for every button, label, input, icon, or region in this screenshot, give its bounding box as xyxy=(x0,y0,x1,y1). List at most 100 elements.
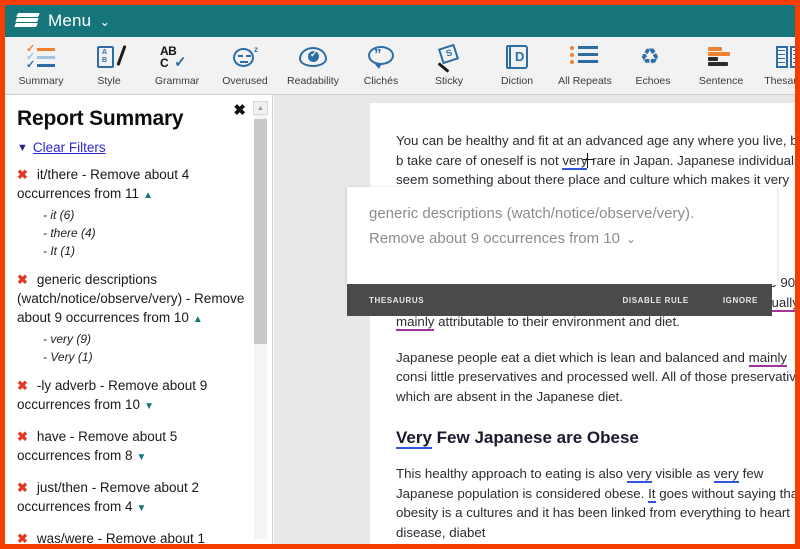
p3-seg-b: consi xyxy=(396,369,428,384)
tool-sentence[interactable]: Sentence xyxy=(687,37,755,94)
flagged-word-it[interactable]: It xyxy=(648,485,656,503)
chevron-down-icon[interactable]: ▼ xyxy=(144,401,154,412)
rule-sub-item: - it (6) xyxy=(43,208,75,222)
heading-rest: Few Japanese are Obese xyxy=(431,428,639,447)
tool-label: Summary xyxy=(18,75,64,87)
chevron-down-icon[interactable]: ▼ xyxy=(137,452,147,463)
grammar-icon: AB C ✓ xyxy=(160,44,187,71)
tool-sticky[interactable]: S Sticky xyxy=(415,37,483,94)
suggestion-line-2: Remove about 9 occurrences from 10 xyxy=(369,230,620,247)
text-cursor xyxy=(583,152,594,168)
close-icon[interactable]: ✖ xyxy=(233,103,246,118)
list-item[interactable]: ✖ -ly adverb - Remove about 9 occurrences… xyxy=(17,376,249,416)
chevron-down-icon[interactable]: ⌄ xyxy=(99,15,110,28)
document-heading: Very Few Japanese are Obese xyxy=(396,428,795,449)
suggestion-line-1: generic descriptions (watch/notice/obser… xyxy=(369,205,695,222)
clear-filters-row[interactable]: ▼ Clear Filters xyxy=(17,140,249,155)
report-summary-sidebar: ✖ Report Summary ▼ Clear Filters ✖ it/the… xyxy=(5,95,273,544)
flagged-word-very-3[interactable]: very xyxy=(626,466,652,483)
document-page[interactable]: You can be healthy and fit at an advance… xyxy=(370,103,795,544)
p4-seg-b: visible as xyxy=(651,466,714,481)
list-item[interactable]: ✖ have - Remove about 5 occurrences from … xyxy=(17,427,249,467)
tool-label: Readability xyxy=(287,75,339,87)
list-item[interactable]: ✖ just/then - Remove about 2 occurrences … xyxy=(17,478,249,518)
list-item[interactable]: ✖ was/were - Remove about 1 occurrence fr… xyxy=(17,529,249,544)
suggestion-popup[interactable]: generic descriptions (watch/notice/obser… xyxy=(347,187,777,284)
list-item[interactable]: ✖ generic descriptions (watch/notice/obse… xyxy=(17,270,249,365)
funnel-icon: ▼ xyxy=(17,141,28,154)
remove-rule-icon[interactable]: ✖ xyxy=(17,167,28,182)
tool-label: Echoes xyxy=(635,75,671,87)
sidebar-scrollbar-thumb[interactable] xyxy=(254,119,267,344)
page-title: Report Summary xyxy=(17,107,184,130)
tool-label: Sentence xyxy=(698,75,744,87)
sentence-icon xyxy=(701,42,741,72)
p3-seg-a: Japanese people eat a diet which is lean… xyxy=(396,349,749,365)
flagged-word-very-4[interactable]: very xyxy=(713,466,739,483)
tool-label: Thesaurus xyxy=(764,75,795,87)
rule-sub-item: - very (9) xyxy=(43,332,91,346)
remove-rule-icon[interactable]: ✖ xyxy=(17,378,28,393)
all-repeats-icon xyxy=(565,42,605,72)
flagged-word-very[interactable]: very xyxy=(562,152,588,170)
p4-seg-a: This healthy approach to eating is also xyxy=(396,466,627,481)
clear-filters-link[interactable]: Clear Filters xyxy=(33,140,106,155)
sidebar-content: Report Summary ▼ Clear Filters ✖ it/there… xyxy=(5,95,261,544)
rule-text: was/were - Remove about 1 occurrence fro… xyxy=(36,531,205,544)
tool-style[interactable]: A B Style xyxy=(75,37,143,94)
p1-seg-b: take care of oneself is not xyxy=(407,152,563,168)
rule-text: generic descriptions (watch/notice/obser… xyxy=(17,272,245,325)
readability-icon xyxy=(293,42,333,72)
chevron-up-icon[interactable]: ▲ xyxy=(193,314,203,325)
flagged-word-mainly-2[interactable]: mainly xyxy=(748,349,788,367)
thesaurus-icon xyxy=(769,42,795,72)
suggestion-popup-body: generic descriptions (watch/notice/obser… xyxy=(347,187,777,252)
tool-label: Sticky xyxy=(434,75,463,87)
rule-text: it/there - Remove about 4 occurrences fr… xyxy=(17,167,190,201)
p2-seg-g: attributable to their environment and di… xyxy=(434,314,680,329)
chevron-down-icon[interactable]: ⌄ xyxy=(626,232,636,246)
remove-rule-icon[interactable]: ✖ xyxy=(17,531,28,544)
echoes-icon: ♻ xyxy=(640,44,660,69)
ignore-button[interactable]: IGNORE xyxy=(723,296,758,305)
tool-all-repeats[interactable]: All Repeats xyxy=(551,37,619,94)
p4-seg-d1: population is considered obese. xyxy=(457,485,649,501)
menu-button-label[interactable]: Menu xyxy=(48,11,91,31)
remove-rule-icon[interactable]: ✖ xyxy=(17,429,28,444)
tool-overused[interactable]: z Overused xyxy=(211,37,279,94)
flagged-word-very-heading[interactable]: Very xyxy=(396,428,432,449)
tool-label: Grammar xyxy=(154,75,200,87)
document-area: You can be healthy and fit at an advance… xyxy=(274,95,795,544)
list-item[interactable]: ✖ it/there - Remove about 4 occurrences f… xyxy=(17,165,249,259)
tool-readability[interactable]: Readability xyxy=(279,37,347,94)
tool-label: All Repeats xyxy=(558,75,612,87)
rule-text: just/then - Remove about 2 occurrences f… xyxy=(17,480,199,514)
remove-rule-icon[interactable]: ✖ xyxy=(17,272,28,287)
chevron-down-icon[interactable]: ▼ xyxy=(137,503,147,514)
flagged-word-mainly[interactable]: mainly xyxy=(396,314,435,331)
prowritingaid-window: Menu ⌄ ✓ ✓ ✓ Summary A B Style AB C ✓ Gr… xyxy=(0,0,800,549)
tool-diction[interactable]: D Diction xyxy=(483,37,551,94)
tool-grammar[interactable]: AB C ✓ Grammar xyxy=(143,37,211,94)
disable-rule-button[interactable]: DISABLE RULE xyxy=(623,296,689,305)
tool-thesaurus[interactable]: Thesaurus xyxy=(755,37,795,94)
tool-summary[interactable]: ✓ ✓ ✓ Summary xyxy=(7,37,75,94)
sticky-icon: S xyxy=(429,42,469,73)
scroll-up-button[interactable]: ▲ xyxy=(253,101,268,115)
diction-icon: D xyxy=(497,42,537,72)
tool-cliches[interactable]: ” Clichés xyxy=(347,37,415,94)
overused-icon: z xyxy=(225,42,265,72)
paragraph-4: This healthy approach to eating is also … xyxy=(396,464,795,542)
rule-text: have - Remove about 5 occurrences from 8 xyxy=(17,429,178,463)
app-logo-icon xyxy=(13,11,40,31)
rule-sub-item: - there (4) xyxy=(43,226,96,240)
report-toolbar: ✓ ✓ ✓ Summary A B Style AB C ✓ Grammar z… xyxy=(5,37,795,95)
rule-sub-item: - Very (1) xyxy=(43,350,93,364)
thesaurus-button[interactable]: THESAURUS xyxy=(369,296,424,305)
remove-rule-icon[interactable]: ✖ xyxy=(17,480,28,495)
rule-sub-item: - It (1) xyxy=(43,244,75,258)
style-icon: A B xyxy=(89,42,129,72)
tool-echoes[interactable]: ♻ Echoes xyxy=(619,37,687,94)
chevron-up-icon[interactable]: ▲ xyxy=(143,190,153,201)
suggestion-line-2-row: Remove about 9 occurrences from 10 ⌄ xyxy=(369,226,759,252)
